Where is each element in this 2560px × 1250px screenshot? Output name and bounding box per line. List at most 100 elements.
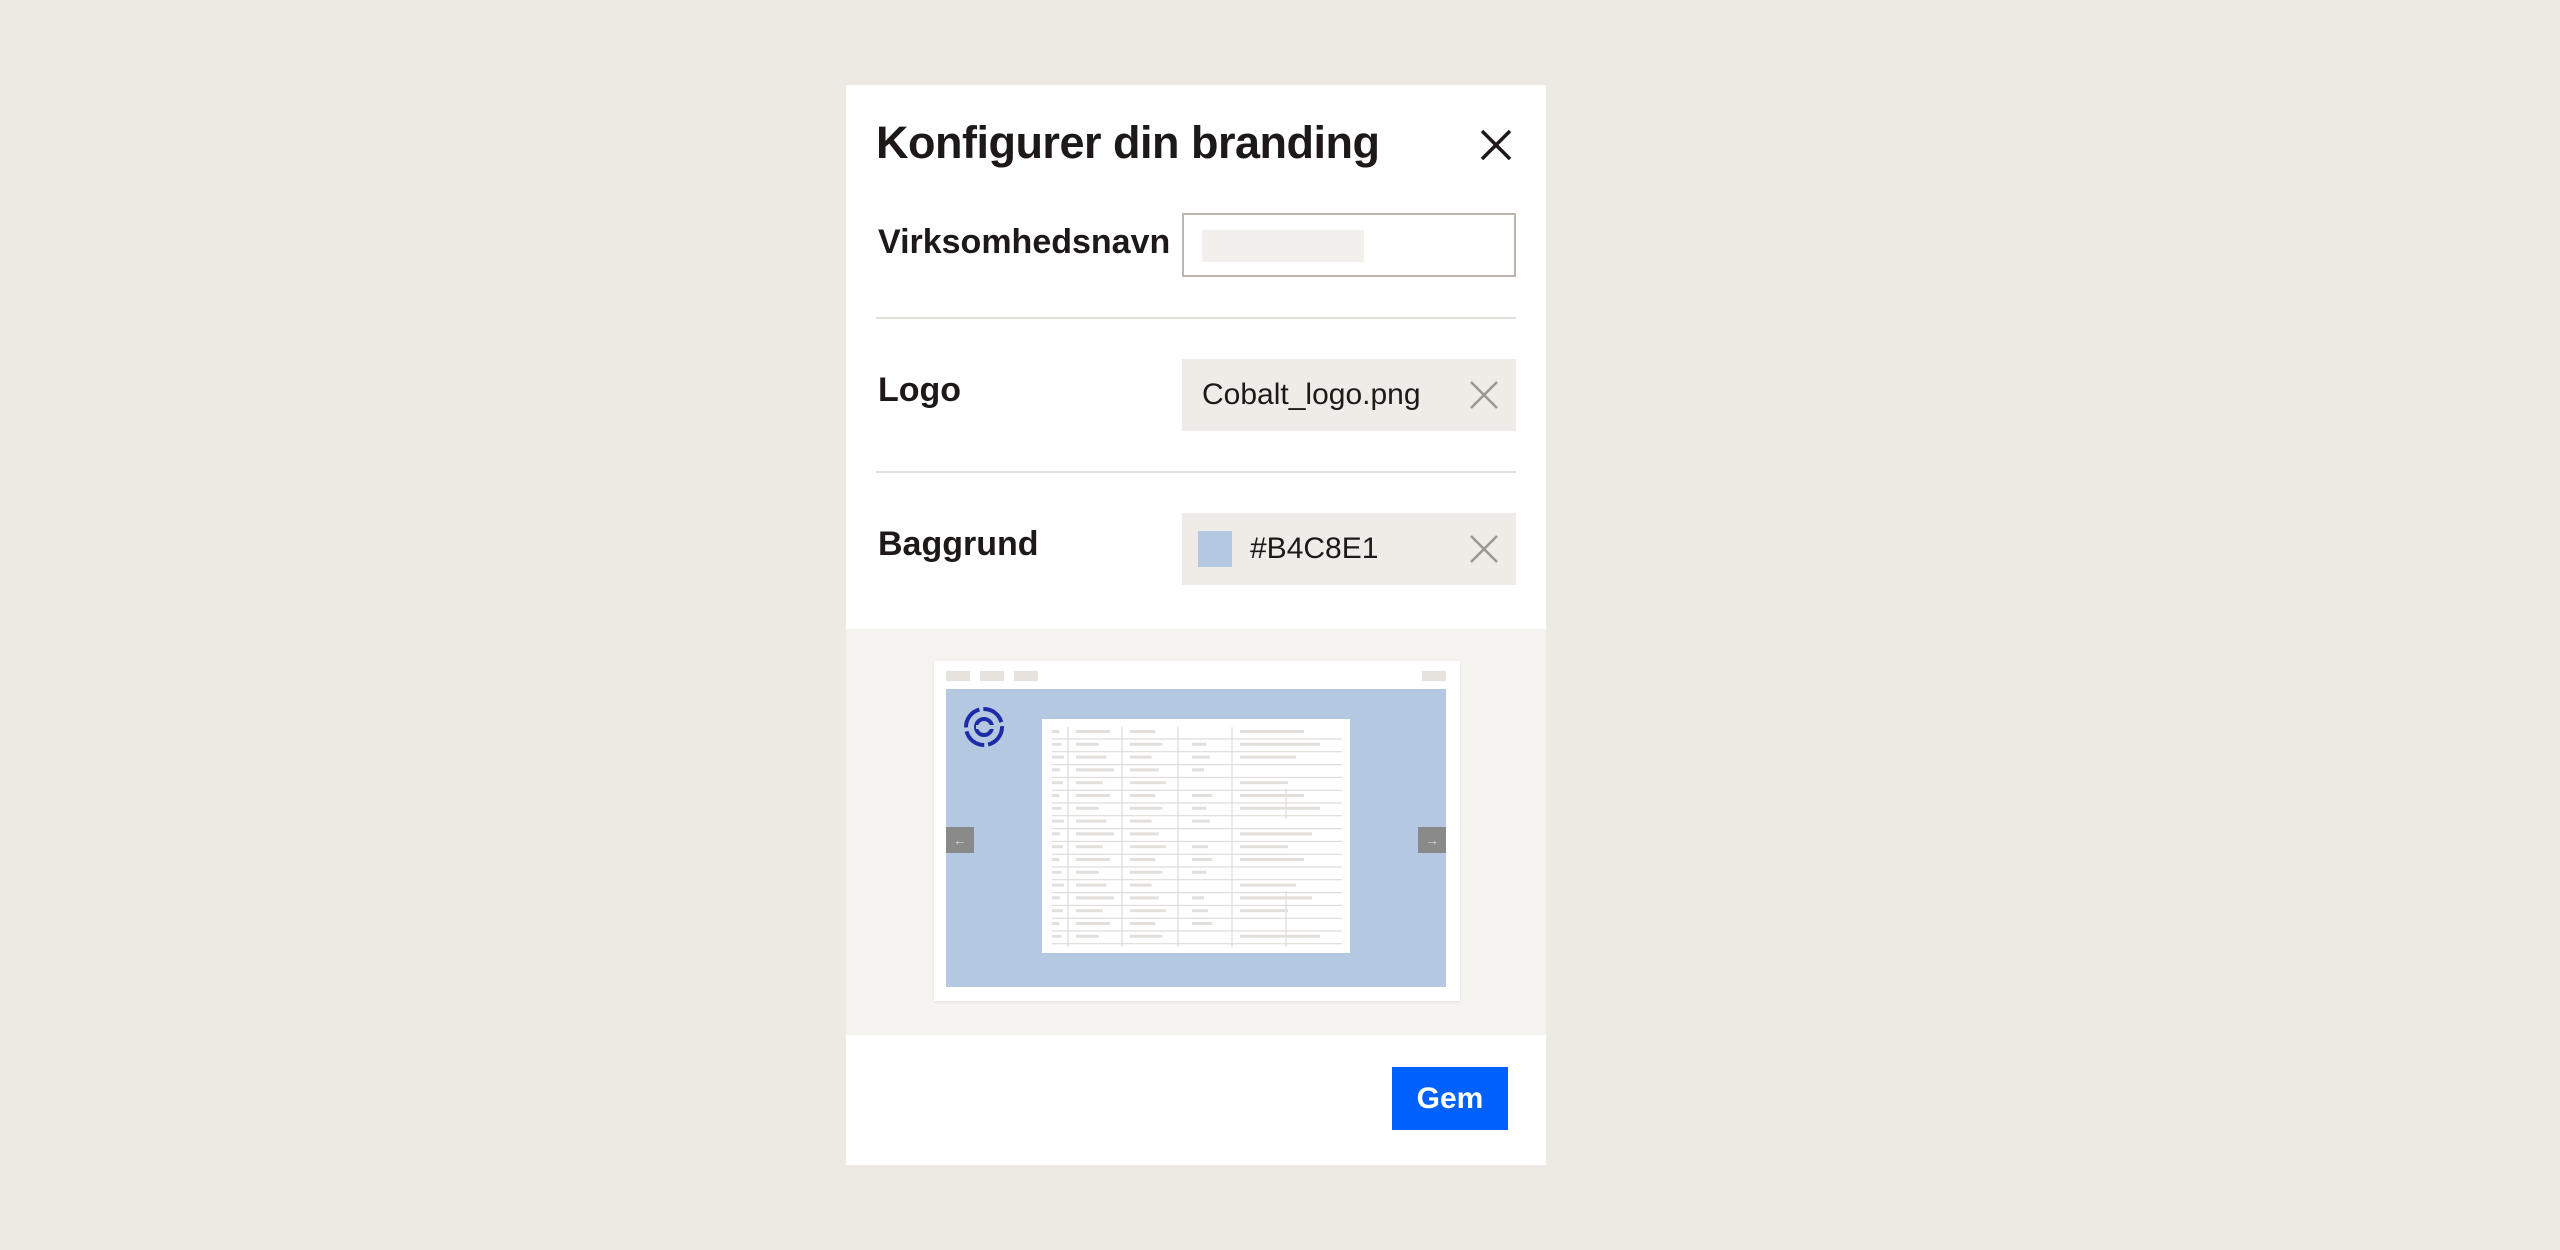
preview-table-cell [1052,742,1062,746]
preview-table-cell [1130,819,1152,823]
preview-table-cell [1052,794,1060,797]
preview-table-cell [1076,909,1103,913]
logo-file-chip: Cobalt_logo.png [1182,359,1516,431]
branding-preview-area: ← → [846,629,1546,1035]
preview-table-cell [1076,742,1099,746]
save-button[interactable]: Gem [1392,1067,1508,1130]
preview-table-cell [1052,781,1063,785]
preview-table-cell [1052,934,1062,938]
preview-table-cell [1052,819,1064,823]
branding-dialog: Konfigurer din branding Virksomhedsnavn … [846,85,1546,1165]
preview-table-cell [1192,819,1210,823]
preview-next-button[interactable]: → [1418,827,1446,853]
preview-table-cell [1240,781,1288,785]
preview-table-cell [1076,806,1099,810]
preview-table-cell [1130,742,1163,746]
preview-table-cell [1130,909,1166,913]
preview-table-cell [1192,806,1206,810]
preview-table-cell [1076,819,1107,823]
company-name-label: Virksomhedsnavn [878,223,1171,261]
preview-table-cell [1052,806,1062,810]
preview-table-cell [1052,896,1061,900]
preview-table-cell [1052,755,1064,759]
preview-table-cell [1130,730,1156,733]
preview-table-cell [1052,870,1062,874]
preview-table-cell [1076,896,1114,900]
remove-logo-button[interactable] [1468,379,1500,411]
company-name-input[interactable] [1184,215,1514,275]
preview-table-cell [1052,832,1061,836]
preview-table-cell [1192,909,1208,913]
preview-table-cell [1192,858,1212,861]
preview-table-cell [1240,896,1312,900]
preview-table-cell [1076,845,1103,849]
preview-table-cell [1130,768,1159,772]
preview-table-cell [1192,755,1210,759]
preview-table-cell [1130,755,1152,759]
divider [876,471,1516,473]
preview-table-cell [1052,858,1060,861]
close-icon [1470,381,1498,409]
preview-topbar-item [946,671,970,681]
close-button[interactable] [1474,123,1518,167]
color-swatch[interactable] [1198,531,1232,567]
preview-background: ← → [946,689,1446,987]
preview-table-cell [1240,883,1296,887]
background-label: Baggrund [878,525,1039,563]
cobalt-logo-icon [964,707,1004,747]
preview-table-cell [1192,794,1212,797]
preview-table-cell [1240,909,1288,913]
preview-prev-button[interactable]: ← [946,827,974,853]
preview-table-cell [1076,934,1099,938]
dialog-title: Konfigurer din branding [876,117,1380,168]
preview-table-cell [1240,934,1320,938]
preview-table-cell [1192,896,1204,900]
preview-topbar-item [980,671,1004,681]
divider [876,317,1516,319]
preview-table-cell [1130,858,1156,861]
preview-table-cell [1130,934,1163,938]
preview-table-cell [1130,806,1163,810]
close-icon [1480,129,1512,161]
preview-table-cell [1130,832,1159,836]
company-name-field[interactable] [1182,213,1516,277]
preview-topbar-item [1014,671,1038,681]
preview-table-cell [1052,922,1060,925]
background-color-chip[interactable]: #B4C8E1 [1182,513,1516,585]
preview-table-cell [1052,730,1060,733]
branding-preview: ← → [934,661,1460,1001]
close-icon [1470,535,1498,563]
preview-table-cell [1240,832,1312,836]
preview-table-cell [1240,845,1288,849]
logo-label: Logo [878,371,962,409]
preview-table-cell [1052,845,1063,849]
preview-table-cell [1130,794,1156,797]
preview-table-cell [1130,781,1166,785]
preview-topbar-item [1422,671,1446,681]
logo-file-name: Cobalt_logo.png [1202,378,1421,411]
preview-table-cell [1076,870,1099,874]
preview-table-cell [1130,845,1166,849]
preview-table-cell [1130,883,1152,887]
preview-table-cell [1076,730,1111,733]
preview-table-cell [1076,883,1107,887]
preview-table-cell [1076,755,1107,759]
preview-table-cell [1192,870,1206,874]
preview-table-cell [1240,858,1304,861]
preview-table-cell [1240,730,1304,733]
preview-table-cell [1240,794,1304,797]
preview-table-cell [1052,883,1064,887]
background-color-value: #B4C8E1 [1250,532,1379,565]
preview-table [1052,727,1342,947]
preview-table-cell [1052,768,1061,772]
preview-table-cell [1240,742,1320,746]
preview-table-cell [1052,909,1063,913]
preview-table-cell [1130,870,1163,874]
preview-table-cell [1192,742,1206,746]
preview-table-cell [1130,896,1159,900]
preview-table-cell [1076,858,1111,861]
remove-background-button[interactable] [1468,533,1500,565]
preview-table-cell [1130,922,1156,925]
preview-document [1042,719,1350,953]
preview-table-cell [1240,806,1320,810]
